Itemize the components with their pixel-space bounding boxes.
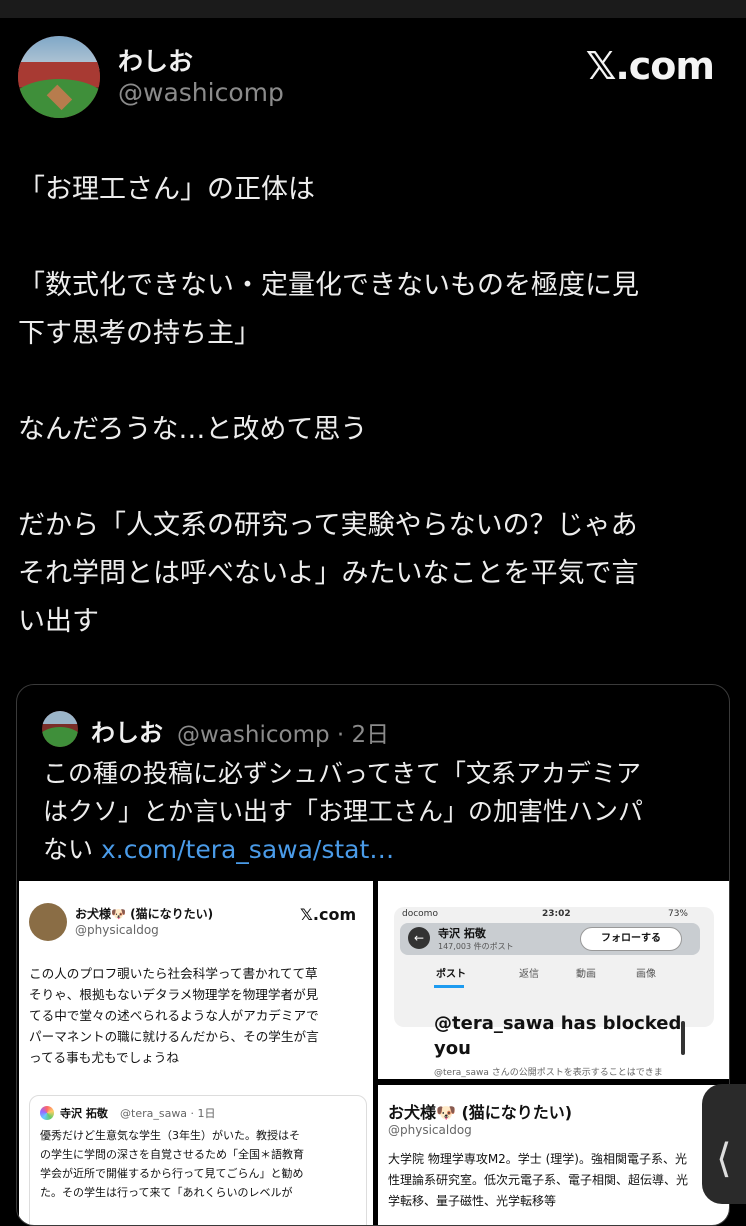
image1-line: てる中で堂々の述べられるような人がアカデミアで <box>29 1008 319 1023</box>
chevron-left-icon: ⟨ <box>716 1136 732 1182</box>
tab-replies: 返信 <box>519 969 539 980</box>
post-paragraph: 「お理工さん」の正体は <box>18 174 315 205</box>
image1-author-handle: @physicaldog <box>75 923 159 937</box>
blocked-subtext: @tera_sawa さんの公開ポストを表示することはできま <box>434 1068 663 1078</box>
image1-quote-handle: @tera_sawa · 1日 <box>120 1107 216 1120</box>
image1-line: そりゃ、根拠もないデタラメ物理学を物理学者が見 <box>29 987 319 1002</box>
rainbow-avatar <box>40 1106 54 1120</box>
tab-posts: ポスト <box>436 969 466 980</box>
attached-image-2[interactable]: docomo 23:02 73% ← 寺沢 拓敬 147,003 件のポスト フ… <box>378 881 729 1079</box>
post-count: 147,003 件のポスト <box>438 942 514 951</box>
image1-quoted-post: 寺沢 拓敬 @tera_sawa · 1日 優秀だけど生意気な学生（3年生）がい… <box>29 1095 367 1225</box>
x-logo-icon: 𝕏.com <box>300 905 357 924</box>
author-avatar[interactable] <box>18 36 100 118</box>
dog-avatar <box>29 903 67 941</box>
post-body: 「お理工さん」の正体は 「数式化できない・定量化できないものを極度に見 下す思考… <box>18 166 730 646</box>
image1-quote-line: の学生に学問の深さを自覚させるため「全国＊語教育 <box>40 1148 304 1161</box>
quote-text: この種の投稿に必ずシュバってきて「文系アカデミア はクソ」とか言い出す「お理工さ… <box>43 755 713 869</box>
image3-author-name: お犬様🐶 (猫になりたい) <box>388 1103 573 1122</box>
image1-text: この人のプロフ覗いたら社会科学って書かれてて草 そりゃ、根拠もないデタラメ物理学… <box>29 963 365 1068</box>
attached-image-1[interactable]: お犬様🐶 (猫になりたい) @physicaldog 𝕏.com この人のプロフ… <box>19 881 373 1225</box>
quote-link[interactable]: x.com/tera_sawa/stat… <box>101 835 394 864</box>
quote-author-handle: @washicomp · 2日 <box>177 722 390 748</box>
side-scroll-handle[interactable]: ⟨ <box>702 1084 746 1204</box>
quoted-post[interactable]: わしお @washicomp · 2日 この種の投稿に必ずシュバってきて「文系ア… <box>16 684 730 1226</box>
clock: 23:02 <box>542 909 571 919</box>
quote-avatar <box>42 711 78 747</box>
image1-quote-line: た。その学生は行って来て「あれくらいのレベルが <box>40 1186 293 1199</box>
post-paragraph: だから「人文系の研究って実験やらないの？じゃあ それ学問とは呼べないよ」みたいな… <box>18 510 639 637</box>
x-logo-icon: 𝕏.com <box>585 44 715 88</box>
image3-line: 大学院 物理学専攻M2。学士 (理学)。強相関電子系、光 <box>388 1152 687 1166</box>
author-handle[interactable]: @washicomp <box>118 78 284 107</box>
image1-quote-name: 寺沢 拓敬 <box>60 1107 108 1120</box>
image3-bio: 大学院 物理学専攻M2。学士 (理学)。強相関電子系、光 性理論系研究室。低次元… <box>388 1149 718 1212</box>
post-paragraph: 「数式化できない・定量化できないものを極度に見 下す思考の持ち主」 <box>18 270 639 349</box>
attached-image-3[interactable]: お犬様🐶 (猫になりたい) @physicaldog 大学院 物理学専攻M2。学… <box>378 1085 729 1225</box>
image1-quote-line: 優秀だけど生意気な学生（3年生）がいた。教授はそ <box>40 1129 300 1142</box>
image1-line: ってる事も尤もでしょうね <box>29 1050 179 1065</box>
tab-videos: 動画 <box>576 969 596 980</box>
profile-name: 寺沢 拓敬 <box>438 927 486 940</box>
author-name[interactable]: わしお <box>118 42 193 78</box>
battery: 73% <box>667 909 688 919</box>
image1-line: パーマネントの職に就けるんだから、その学生が言 <box>29 1029 319 1044</box>
follow-button: フォローする <box>580 927 682 951</box>
carrier: docomo <box>402 909 438 919</box>
scroll-indicator <box>681 1021 685 1055</box>
post-paragraph: なんだろうな…と改めて思う <box>18 414 368 445</box>
image3-line: 性理論系研究室。低次元電子系、電子相関、超伝導、光 <box>388 1173 689 1187</box>
back-arrow-icon: ← <box>408 927 430 949</box>
image1-quote-text: 優秀だけど生意気な学生（3年生）がいた。教授はそ の学生に学問の深さを自覚させる… <box>40 1126 358 1202</box>
quote-author-name: わしお <box>91 719 163 747</box>
image1-line: この人のプロフ覗いたら社会科学って書かれてて草 <box>29 966 318 981</box>
image3-line: 学転移、量子磁性、光学転移等 <box>388 1194 557 1208</box>
tab-underline <box>434 985 464 988</box>
blocked-message: @tera_sawa has blocked you <box>434 1013 682 1059</box>
image3-author-handle: @physicaldog <box>388 1123 472 1137</box>
tab-images: 画像 <box>636 969 656 980</box>
image1-quote-line: 学会が近所で開催するから行って見てごらん」と勧め <box>40 1167 304 1180</box>
status-bar-strip <box>0 0 746 18</box>
image1-author-name: お犬様🐶 (猫になりたい) <box>75 907 214 921</box>
